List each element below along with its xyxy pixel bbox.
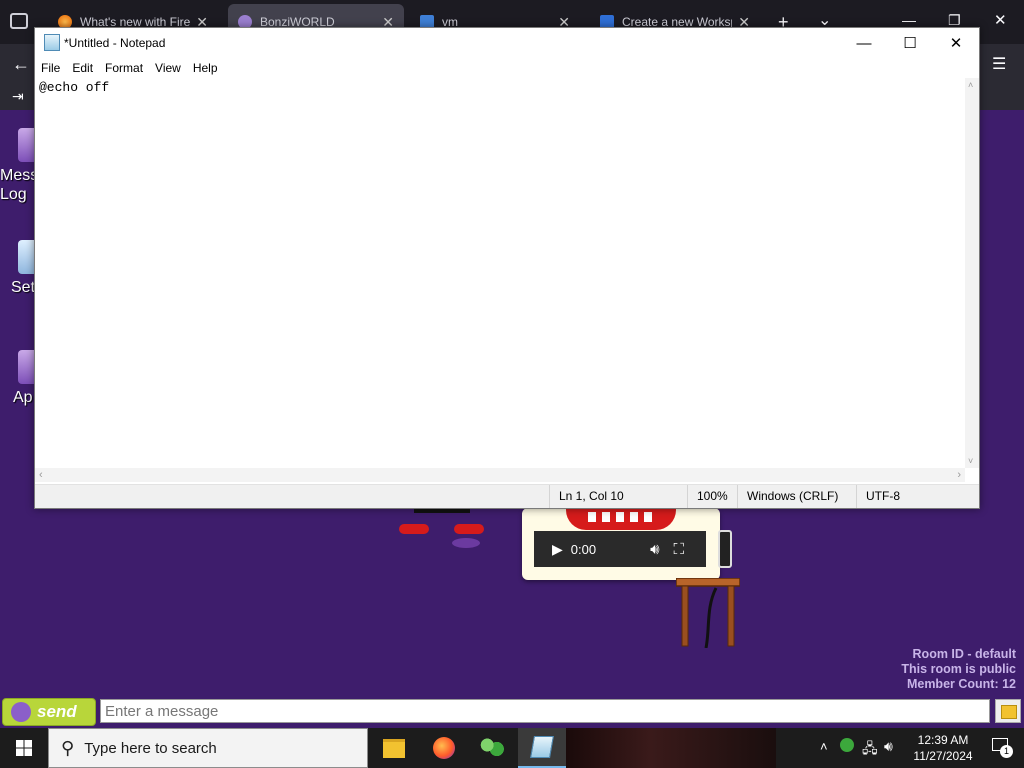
notepad-icon [44,34,60,51]
notification-count-badge: 1 [1000,745,1013,758]
scroll-left-icon[interactable]: ‹ [39,469,43,481]
status-zoom: 100% [687,485,737,508]
close-button[interactable]: ✕ [933,28,979,58]
taskbar-firefox[interactable] [420,728,468,768]
taskbar-file-explorer[interactable] [370,728,418,768]
clock[interactable]: 12:39 AM 11/27/2024 [908,732,978,764]
minimize-button[interactable]: — [841,28,887,58]
tab-overview-icon[interactable] [10,13,28,29]
speaker-graphic [718,530,732,568]
bonzi-foot [454,524,484,534]
volume-icon[interactable]: 🔊︎ [884,738,893,755]
notepad-window-title: *Untitled - Notepad [64,36,166,50]
notepad-menu-bar: File Edit Format View Help [35,58,979,78]
horizontal-scrollbar[interactable]: ‹ › [35,468,965,482]
notifications-button[interactable]: 1 [992,738,1013,758]
firefox-icon [433,737,455,759]
taskbar-search-placeholder: Type here to search [84,739,217,757]
bonzi-foot [399,524,429,534]
chat-bar: send [0,696,1024,728]
chevron-up-icon[interactable]: ˄ [820,739,828,754]
room-visibility-label: This room is public [901,662,1016,676]
network-icon[interactable]: 🖧︎ [862,738,878,762]
bonzi-reflection [452,538,480,548]
taskbar-notepad[interactable] [518,728,566,768]
scroll-right-icon[interactable]: › [957,469,961,481]
menu-view[interactable]: View [149,58,187,78]
browser-close-button[interactable]: ✕ [994,11,1007,29]
status-line-ending: Windows (CRLF) [737,485,857,508]
menu-edit[interactable]: Edit [66,58,99,78]
menu-format[interactable]: Format [99,58,149,78]
room-id-label: Room ID - default [912,647,1016,661]
search-icon: ⚲ [61,737,75,758]
status-cursor-position: Ln 1, Col 10 [549,485,689,508]
notepad-icon [530,736,554,758]
video-controls: ▶ 0:00 🔊︎ ⛶ [534,531,706,567]
messenger-icon [480,738,504,758]
video-thumbnail [566,508,676,530]
sign-in-icon[interactable]: ⇥ [12,88,24,105]
menu-file[interactable]: File [35,58,66,78]
member-count-label: Member Count: 12 [906,677,1016,691]
maximize-button[interactable]: ☐ [887,28,933,58]
clock-date: 11/27/2024 [913,749,973,763]
notepad-status-bar: Ln 1, Col 10 100% Windows (CRLF) UTF-8 [35,484,979,508]
status-encoding: UTF-8 [856,485,966,508]
notepad-window: *Untitled - Notepad — ☐ ✕ File Edit Format… [34,27,980,509]
menu-help[interactable]: Help [187,58,224,78]
desk-graphic [676,578,740,648]
chat-message-input[interactable] [100,699,990,723]
volume-icon[interactable]: 🔊︎ [650,541,659,558]
taskbar-background-image [566,728,776,768]
scroll-up-icon[interactable]: ˄ [968,80,973,90]
notepad-text-area[interactable]: @echo off [35,78,965,468]
video-card: ▶ 0:00 🔊︎ ⛶ [522,508,720,580]
messenger-tray-icon[interactable] [840,738,854,752]
vertical-scrollbar[interactable]: ˄ ˅ [965,78,979,468]
windows-taskbar: ⚲ Type here to search ˄ 🖧︎ 🔊︎ 12:39 AM 1… [0,728,1024,768]
bonzi-head-icon [11,702,31,722]
taskbar-messenger[interactable] [468,728,516,768]
send-button[interactable]: send [2,698,96,726]
image-icon [1001,705,1017,719]
back-arrow-icon[interactable]: ← [12,54,30,75]
play-icon[interactable]: ▶ [552,541,563,558]
notepad-title-bar[interactable]: *Untitled - Notepad — ☐ ✕ [35,28,979,58]
browser-minimize-button[interactable]: — [902,12,916,28]
scroll-down-icon[interactable]: ˅ [968,456,973,466]
video-time: 0:00 [570,541,597,557]
fullscreen-icon[interactable]: ⛶ [674,541,685,558]
attach-image-button[interactable] [995,699,1021,723]
system-tray: ˄ 🖧︎ 🔊︎ 12:39 AM 11/27/2024 1 [814,728,1024,768]
menu-hamburger-icon[interactable]: ☰ [992,54,1006,74]
send-label: send [37,702,77,721]
windows-logo-icon [16,740,32,756]
start-button[interactable] [0,728,48,768]
folder-icon [383,738,405,758]
clock-time: 12:39 AM [917,733,969,747]
taskbar-search-box[interactable]: ⚲ Type here to search [48,728,368,768]
teeth-graphic [588,512,654,522]
room-info: Room ID - default This room is public Me… [901,647,1016,692]
